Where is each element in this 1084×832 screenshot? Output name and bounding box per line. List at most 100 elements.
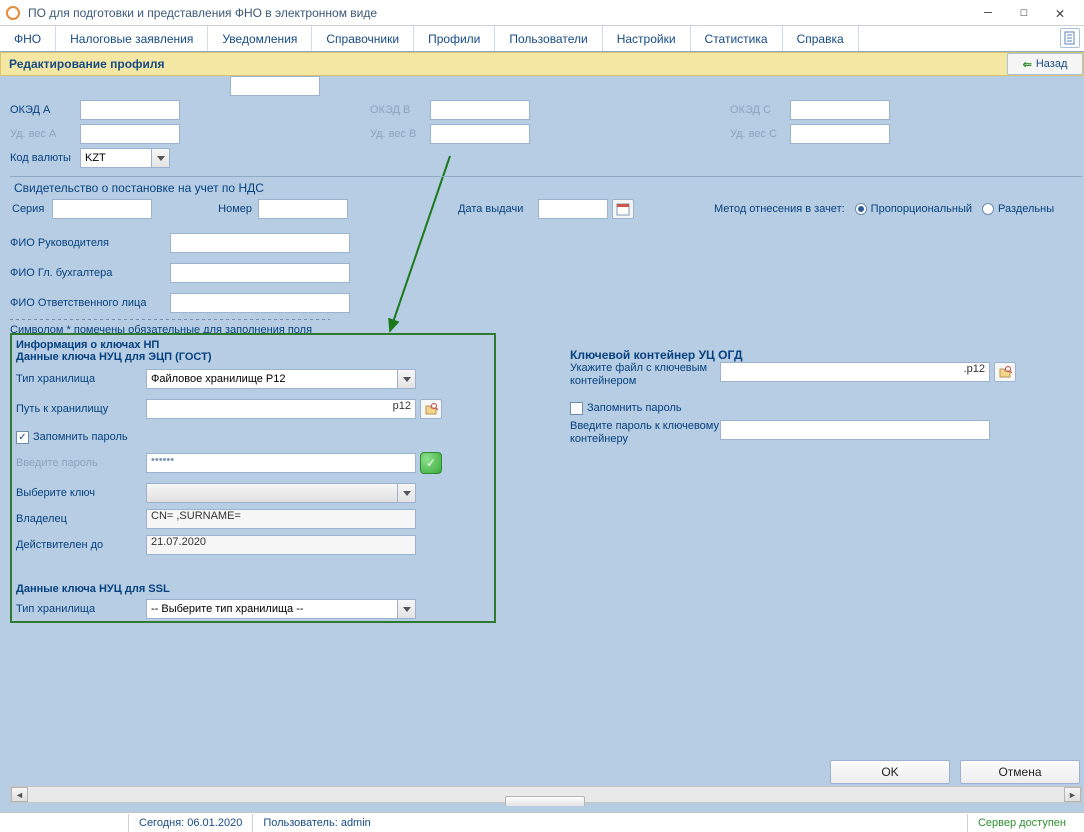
container-pwd-input[interactable] bbox=[720, 420, 990, 440]
storage-type-label: Тип хранилища bbox=[16, 373, 146, 385]
password-label: Введите пароль bbox=[16, 457, 146, 469]
vat-date-input[interactable] bbox=[538, 199, 608, 219]
radio-proportional[interactable] bbox=[855, 203, 867, 215]
panel-title: Редактирование профиля bbox=[1, 57, 173, 71]
container-pwd-label: Введите пароль к ключевому контейнеру bbox=[570, 420, 720, 446]
scroll-right-arrow-icon[interactable]: ► bbox=[1064, 787, 1081, 802]
top-stray-input[interactable] bbox=[230, 76, 320, 96]
menu-profiles[interactable]: Профили bbox=[414, 26, 495, 51]
vat-series-label: Серия bbox=[12, 203, 52, 215]
minimize-button[interactable]: — bbox=[970, 2, 1006, 24]
oked-b-input[interactable] bbox=[430, 100, 530, 120]
password-input[interactable]: •••••• bbox=[146, 453, 416, 473]
menu-notifications[interactable]: Уведомления bbox=[208, 26, 312, 51]
storage-type-value: Файловое хранилище P12 bbox=[151, 373, 286, 385]
menu-tax-apps[interactable]: Налоговые заявления bbox=[56, 26, 208, 51]
container-file-label: Укажите файл с ключевым контейнером bbox=[570, 362, 720, 388]
chevron-down-icon bbox=[397, 370, 415, 388]
horizontal-scrollbar[interactable]: ◄ ► bbox=[10, 786, 1082, 803]
remember-password-checkbox[interactable] bbox=[16, 431, 29, 444]
remember-password-label: Запомнить пароль bbox=[33, 431, 128, 443]
ssl-storage-label: Тип хранилища bbox=[16, 603, 146, 615]
currency-select[interactable]: KZT bbox=[80, 148, 170, 168]
storage-path-label: Путь к хранилищу bbox=[16, 403, 146, 415]
menu-directories[interactable]: Справочники bbox=[312, 26, 414, 51]
back-label: Назад bbox=[1036, 58, 1068, 70]
menu-help[interactable]: Справка bbox=[783, 26, 859, 51]
ok-button[interactable]: OK bbox=[830, 760, 950, 784]
oked-c-input[interactable] bbox=[790, 100, 890, 120]
vat-number-label: Номер bbox=[152, 203, 252, 215]
weight-a-input[interactable] bbox=[80, 124, 180, 144]
storage-type-select[interactable]: Файловое хранилище P12 bbox=[146, 369, 416, 389]
menu-settings[interactable]: Настройки bbox=[603, 26, 691, 51]
fio-resp-label: ФИО Ответственного лица bbox=[10, 297, 170, 309]
weight-b-input[interactable] bbox=[430, 124, 530, 144]
keys-info-panel: Информация о ключах НП Данные ключа НУЦ … bbox=[10, 333, 496, 623]
ssl-storage-select[interactable]: -- Выберите тип хранилища -- bbox=[146, 599, 416, 619]
status-bar: Сегодня: 06.01.2020 Пользователь: admin … bbox=[0, 812, 1084, 832]
cancel-button[interactable]: Отмена bbox=[960, 760, 1080, 784]
fio-acc-input[interactable] bbox=[170, 263, 350, 283]
calendar-icon[interactable] bbox=[612, 199, 634, 219]
menu-statistics[interactable]: Статистика bbox=[691, 26, 783, 51]
chevron-down-icon bbox=[397, 484, 415, 502]
vat-title: Свидетельство о постановке на учет по НД… bbox=[10, 179, 1082, 197]
panel-title-bar: Редактирование профиля ⇐ Назад bbox=[0, 52, 1084, 76]
valid-until-label: Действителен до bbox=[16, 539, 146, 551]
close-button[interactable]: ✕ bbox=[1042, 2, 1078, 24]
radio-separate-label: Раздельны bbox=[998, 203, 1054, 215]
chevron-down-icon bbox=[397, 600, 415, 618]
currency-label: Код валюты bbox=[10, 152, 80, 164]
footer-buttons: OK Отмена bbox=[830, 760, 1080, 784]
oked-a-label: ОКЭД А bbox=[10, 104, 80, 116]
oked-c-label: ОКЭД С bbox=[730, 104, 790, 116]
status-server: Сервер доступен bbox=[967, 814, 1076, 832]
back-button[interactable]: ⇐ Назад bbox=[1007, 53, 1083, 75]
ssl-title: Данные ключа НУЦ для SSL bbox=[16, 583, 488, 595]
status-user: Пользователь: admin bbox=[252, 814, 380, 832]
maximize-button[interactable]: ☐ bbox=[1006, 2, 1042, 24]
weight-c-input[interactable] bbox=[790, 124, 890, 144]
key-container-panel: Ключевой контейнер УЦ ОГД Укажите файл с… bbox=[570, 348, 1050, 454]
fio-head-input[interactable] bbox=[170, 233, 350, 253]
menu-fno[interactable]: ФНО bbox=[0, 26, 56, 51]
status-date: Сегодня: 06.01.2020 bbox=[128, 814, 252, 832]
fio-head-label: ФИО Руководителя bbox=[10, 237, 170, 249]
document-icon[interactable] bbox=[1060, 28, 1080, 48]
container-remember-label: Запомнить пароль bbox=[587, 402, 682, 414]
window-title: ПО для подготовки и представления ФНО в … bbox=[28, 6, 970, 20]
gost-title: Данные ключа НУЦ для ЭЦП (ГОСТ) bbox=[16, 351, 488, 363]
scroll-left-arrow-icon[interactable]: ◄ bbox=[11, 787, 28, 802]
scroll-thumb[interactable] bbox=[505, 796, 585, 807]
weight-b-label: Уд. вес В bbox=[370, 128, 430, 140]
menu-users[interactable]: Пользователи bbox=[495, 26, 602, 51]
owner-label: Владелец bbox=[16, 513, 146, 525]
container-remember-checkbox[interactable] bbox=[570, 402, 583, 415]
oked-b-label: ОКЭД В bbox=[370, 104, 430, 116]
app-logo-icon bbox=[6, 6, 20, 20]
password-confirm-button[interactable]: ✓ bbox=[420, 452, 442, 474]
window-title-bar: ПО для подготовки и представления ФНО в … bbox=[0, 0, 1084, 26]
fio-resp-input[interactable] bbox=[170, 293, 350, 313]
oked-a-input[interactable] bbox=[80, 100, 180, 120]
storage-path-input[interactable]: p12 bbox=[146, 399, 416, 419]
weight-c-label: Уд. вес С bbox=[730, 128, 790, 140]
select-key-label: Выберите ключ bbox=[16, 487, 146, 499]
vat-method-label: Метод отнесения в зачет: bbox=[714, 203, 845, 215]
radio-proportional-label: Пропорциональный bbox=[871, 203, 972, 215]
container-file-input[interactable]: .p12 bbox=[720, 362, 990, 382]
select-key-dropdown[interactable] bbox=[146, 483, 416, 503]
valid-until-value: 21.07.2020 bbox=[146, 535, 416, 555]
radio-separate[interactable] bbox=[982, 203, 994, 215]
browse-file-icon[interactable] bbox=[420, 399, 442, 419]
vat-series-input[interactable] bbox=[52, 199, 152, 219]
keys-info-title: Информация о ключах НП bbox=[16, 339, 488, 351]
fio-acc-label: ФИО Гл. бухгалтера bbox=[10, 267, 170, 279]
vat-number-input[interactable] bbox=[258, 199, 348, 219]
browse-file-icon[interactable] bbox=[994, 362, 1016, 382]
chevron-down-icon bbox=[151, 149, 169, 167]
ssl-storage-value: -- Выберите тип хранилища -- bbox=[151, 603, 304, 615]
weight-a-label: Уд. вес А bbox=[10, 128, 80, 140]
main-menu: ФНО Налоговые заявления Уведомления Спра… bbox=[0, 26, 1084, 52]
